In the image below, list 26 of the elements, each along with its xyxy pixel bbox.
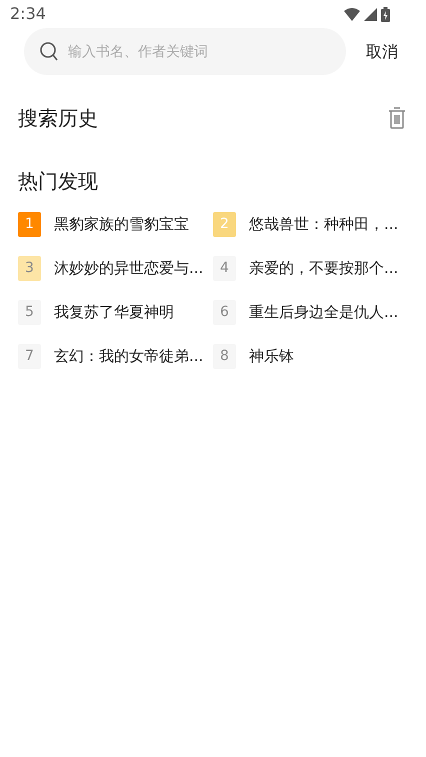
section-title: 搜索历史	[18, 105, 98, 132]
signal-icon	[364, 8, 377, 20]
book-title[interactable]: 悠哉兽世：种种田，...	[249, 213, 398, 236]
book-title[interactable]: 我复苏了华夏神明	[54, 301, 174, 324]
cancel-button[interactable]: 取消	[366, 40, 398, 64]
rank-badge: 1	[18, 212, 41, 237]
section-title: 热门发现	[17, 168, 99, 195]
status-time: 2:34	[10, 3, 46, 25]
search-icon	[40, 42, 58, 61]
book-title[interactable]: 神乐钵	[249, 345, 294, 368]
book-title[interactable]: 玄幻：我的女帝徒弟...	[54, 345, 204, 368]
rank-badge: 5	[18, 300, 41, 325]
book-title[interactable]: 亲爱的，不要按那个...	[249, 257, 398, 280]
rank-badge: 8	[213, 344, 236, 369]
search-field[interactable]: 输入书名、作者关键词	[24, 28, 346, 75]
book-title[interactable]: 黑豹家族的雪豹宝宝	[54, 213, 189, 236]
rank-badge: 7	[18, 344, 41, 369]
rank-badge: 2	[213, 212, 236, 237]
book-title[interactable]: 沐妙妙的异世恋爱与...	[54, 257, 204, 280]
rank-badge: 6	[213, 300, 236, 325]
wifi-icon	[344, 8, 360, 20]
trash-icon[interactable]	[388, 107, 406, 129]
book-title[interactable]: 重生后身边全是仇人...	[249, 301, 398, 324]
rank-badge: 3	[18, 256, 41, 281]
battery-icon	[381, 6, 390, 22]
rank-badge: 4	[213, 256, 236, 281]
